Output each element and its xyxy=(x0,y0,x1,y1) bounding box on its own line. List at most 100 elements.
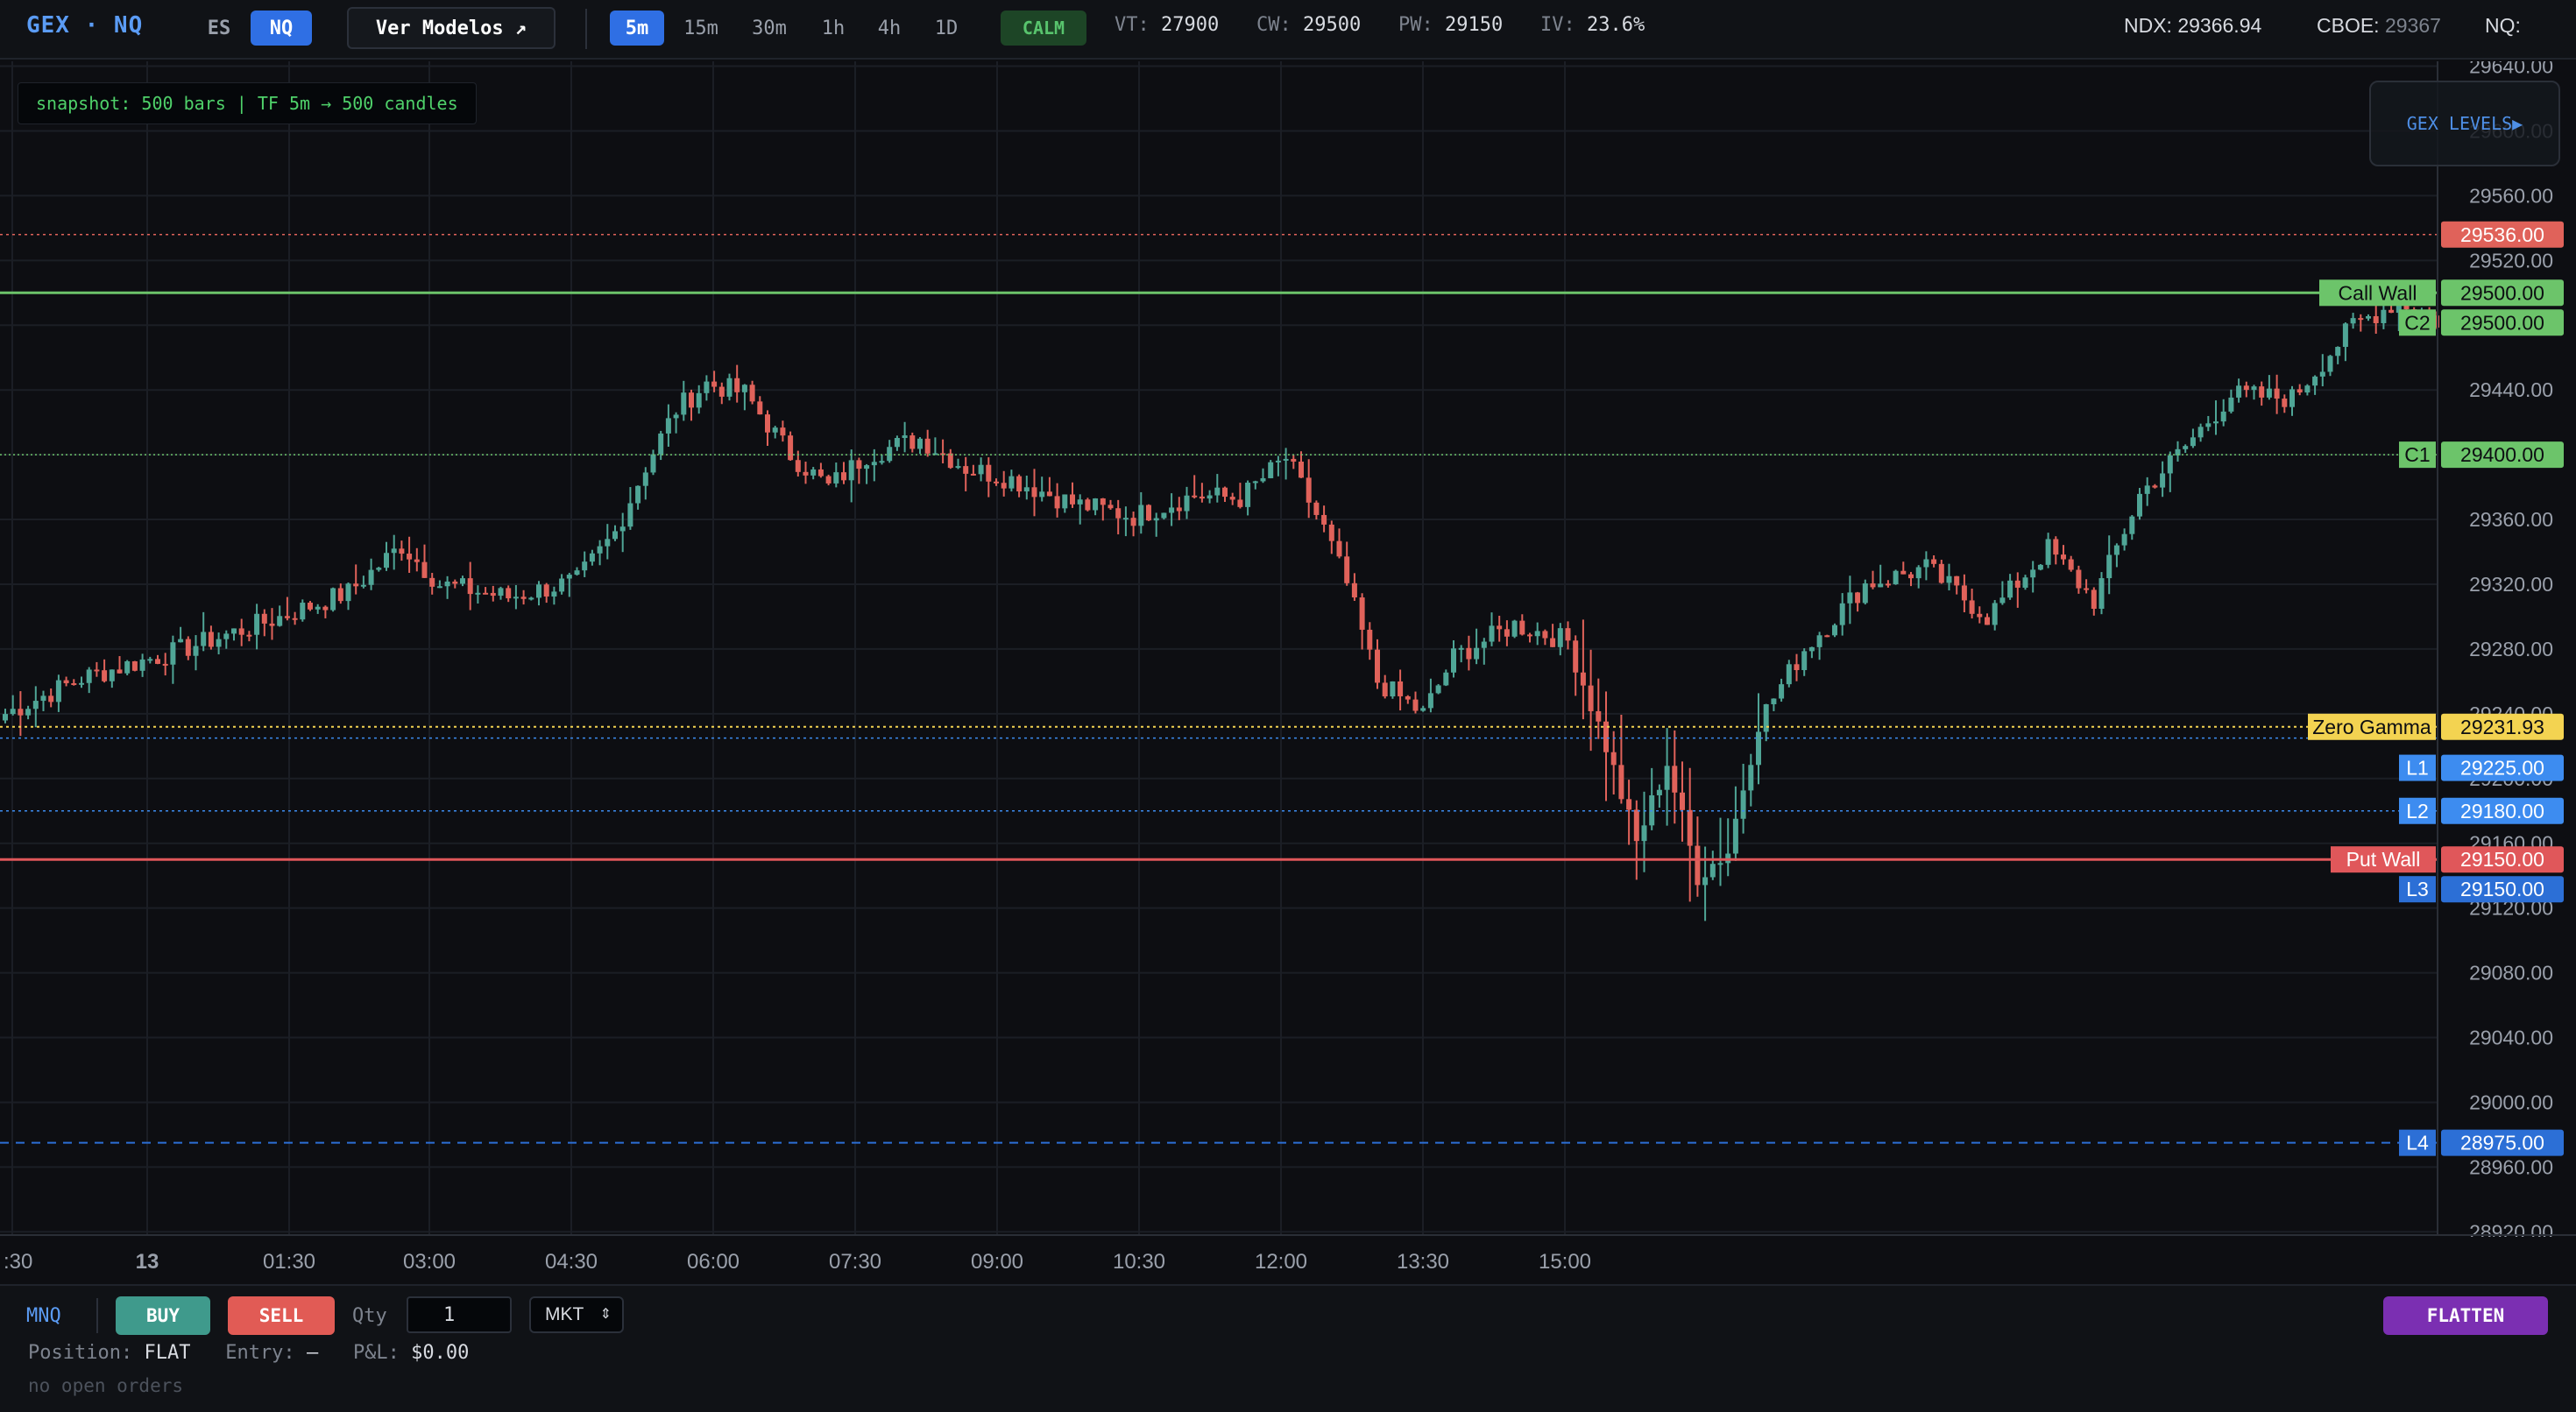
candle-body xyxy=(322,606,329,611)
candle-body xyxy=(1474,647,1480,660)
candle-body xyxy=(308,603,313,610)
candle-body xyxy=(2167,455,2173,474)
candle-body xyxy=(2350,318,2356,324)
candle-body xyxy=(460,578,465,584)
candle-body xyxy=(1900,570,1907,575)
level-name: L4 xyxy=(2406,1132,2429,1154)
candle-body xyxy=(1161,512,1167,519)
candle-body xyxy=(1786,664,1792,685)
candle-body xyxy=(1435,685,1441,694)
order-type-select[interactable]: MKT ⇕ xyxy=(529,1296,624,1333)
candle-body xyxy=(2228,397,2234,412)
candle-body xyxy=(2366,315,2371,319)
candle-body xyxy=(407,554,413,560)
candle-body xyxy=(810,469,817,476)
chart-area[interactable]: 28920.00 28960.00 29000.00 29040.00 29080.00… xyxy=(0,61,2576,1284)
candle-body xyxy=(788,435,794,461)
candle-body xyxy=(48,695,54,702)
x-tick-label: 09:00 xyxy=(971,1250,1023,1274)
candle-body xyxy=(1954,575,1960,586)
candle-body xyxy=(345,583,351,602)
candle-body xyxy=(277,616,283,626)
candle-body xyxy=(1199,496,1205,499)
candle-body xyxy=(2274,388,2280,399)
candle-body xyxy=(1550,638,1556,647)
candle-body xyxy=(1268,462,1274,478)
candle-body xyxy=(2358,318,2364,321)
level-name: L1 xyxy=(2406,757,2429,780)
candle-body xyxy=(1801,651,1808,671)
candlestick-chart[interactable]: 28920.0028960.0029000.0029040.0029080.00… xyxy=(0,61,2576,1284)
candle-body xyxy=(1610,752,1617,766)
timeframe-1d-button[interactable]: 1D xyxy=(924,11,969,46)
timeframe-4h-button[interactable]: 4h xyxy=(867,11,911,46)
candle-body xyxy=(1999,597,2006,604)
timeframe-5m-button[interactable]: 5m xyxy=(610,11,664,46)
candle-body xyxy=(94,669,100,672)
flatten-button[interactable]: FLATTEN xyxy=(2383,1296,2548,1335)
candle-body xyxy=(1862,583,1868,604)
candle-body xyxy=(1732,818,1738,854)
candle-body xyxy=(109,669,115,681)
candle-body xyxy=(1229,497,1235,500)
candle-body xyxy=(1794,664,1800,671)
candle-body xyxy=(2091,590,2097,610)
candle-body xyxy=(1641,825,1647,842)
candle-body xyxy=(2282,399,2288,407)
timeframe-15m-button[interactable]: 15m xyxy=(673,11,729,46)
instrument-label[interactable]: MNQ xyxy=(26,1305,61,1327)
gex-levels-button[interactable]: GEX LEVELS▶ xyxy=(2369,81,2560,166)
timeframe-30m-button[interactable]: 30m xyxy=(741,11,797,46)
ver-modelos-button[interactable]: Ver Modelos ↗ xyxy=(347,7,556,49)
symbol-es-button[interactable]: ES xyxy=(193,11,245,46)
order-type-value: MKT xyxy=(545,1304,584,1324)
top-toolbar: GEX · NQ ES NQ Ver Modelos ↗ 5m 15m 30m … xyxy=(0,0,2576,60)
level-name: C2 xyxy=(2404,311,2430,334)
candle-body xyxy=(1359,597,1365,630)
candle-body xyxy=(131,660,138,671)
position-value: FLAT xyxy=(144,1342,191,1364)
symbol-nq-button[interactable]: NQ xyxy=(251,11,312,46)
x-tick-label: 04:30 xyxy=(545,1250,598,1274)
sell-button[interactable]: SELL xyxy=(228,1296,335,1335)
candle-body xyxy=(2076,569,2082,589)
level-label: L1 29225.00 xyxy=(2399,754,2564,781)
candle xyxy=(1390,681,1396,699)
x-tick-label: 12:00 xyxy=(1255,1250,1307,1274)
candle-body xyxy=(1489,625,1495,642)
candle-body xyxy=(665,418,671,434)
buy-button[interactable]: BUY xyxy=(116,1296,210,1335)
candle-body xyxy=(1839,603,1845,625)
qty-input[interactable] xyxy=(407,1296,512,1333)
candle-body xyxy=(399,548,405,554)
stat-pw: PW: 29150 xyxy=(1398,14,1504,36)
level-value: 29150.00 xyxy=(2460,848,2544,871)
level-label: Zero Gamma 29231.93 xyxy=(2308,713,2564,740)
candle xyxy=(2098,572,2105,615)
candle-body xyxy=(1672,766,1678,793)
candle-body xyxy=(924,438,931,454)
x-tick-label: 01:30 xyxy=(263,1250,315,1274)
candle-body xyxy=(284,616,290,618)
candle-body xyxy=(55,680,61,702)
level-value: 29231.93 xyxy=(2460,716,2544,738)
candle-body xyxy=(1885,583,1891,586)
candle-body xyxy=(1588,685,1594,711)
level-name: Zero Gamma xyxy=(2312,716,2431,738)
level-value: 29180.00 xyxy=(2460,800,2544,822)
candle-body xyxy=(3,714,8,721)
brand-title: GEX · NQ xyxy=(26,12,144,39)
candle-body xyxy=(1260,477,1266,482)
timeframe-1h-button[interactable]: 1h xyxy=(811,11,855,46)
candle-body xyxy=(2137,493,2142,517)
candle xyxy=(1832,623,1837,638)
candle-body xyxy=(1740,790,1746,819)
candle-body xyxy=(1779,684,1785,699)
candle-body xyxy=(772,427,778,433)
y-tick-label: 29040.00 xyxy=(2469,1027,2553,1049)
candle-body xyxy=(2319,371,2325,377)
candle-body xyxy=(2327,356,2333,372)
candle-body xyxy=(32,701,39,710)
candle-body xyxy=(1039,491,1045,498)
candle-body xyxy=(1138,505,1144,526)
